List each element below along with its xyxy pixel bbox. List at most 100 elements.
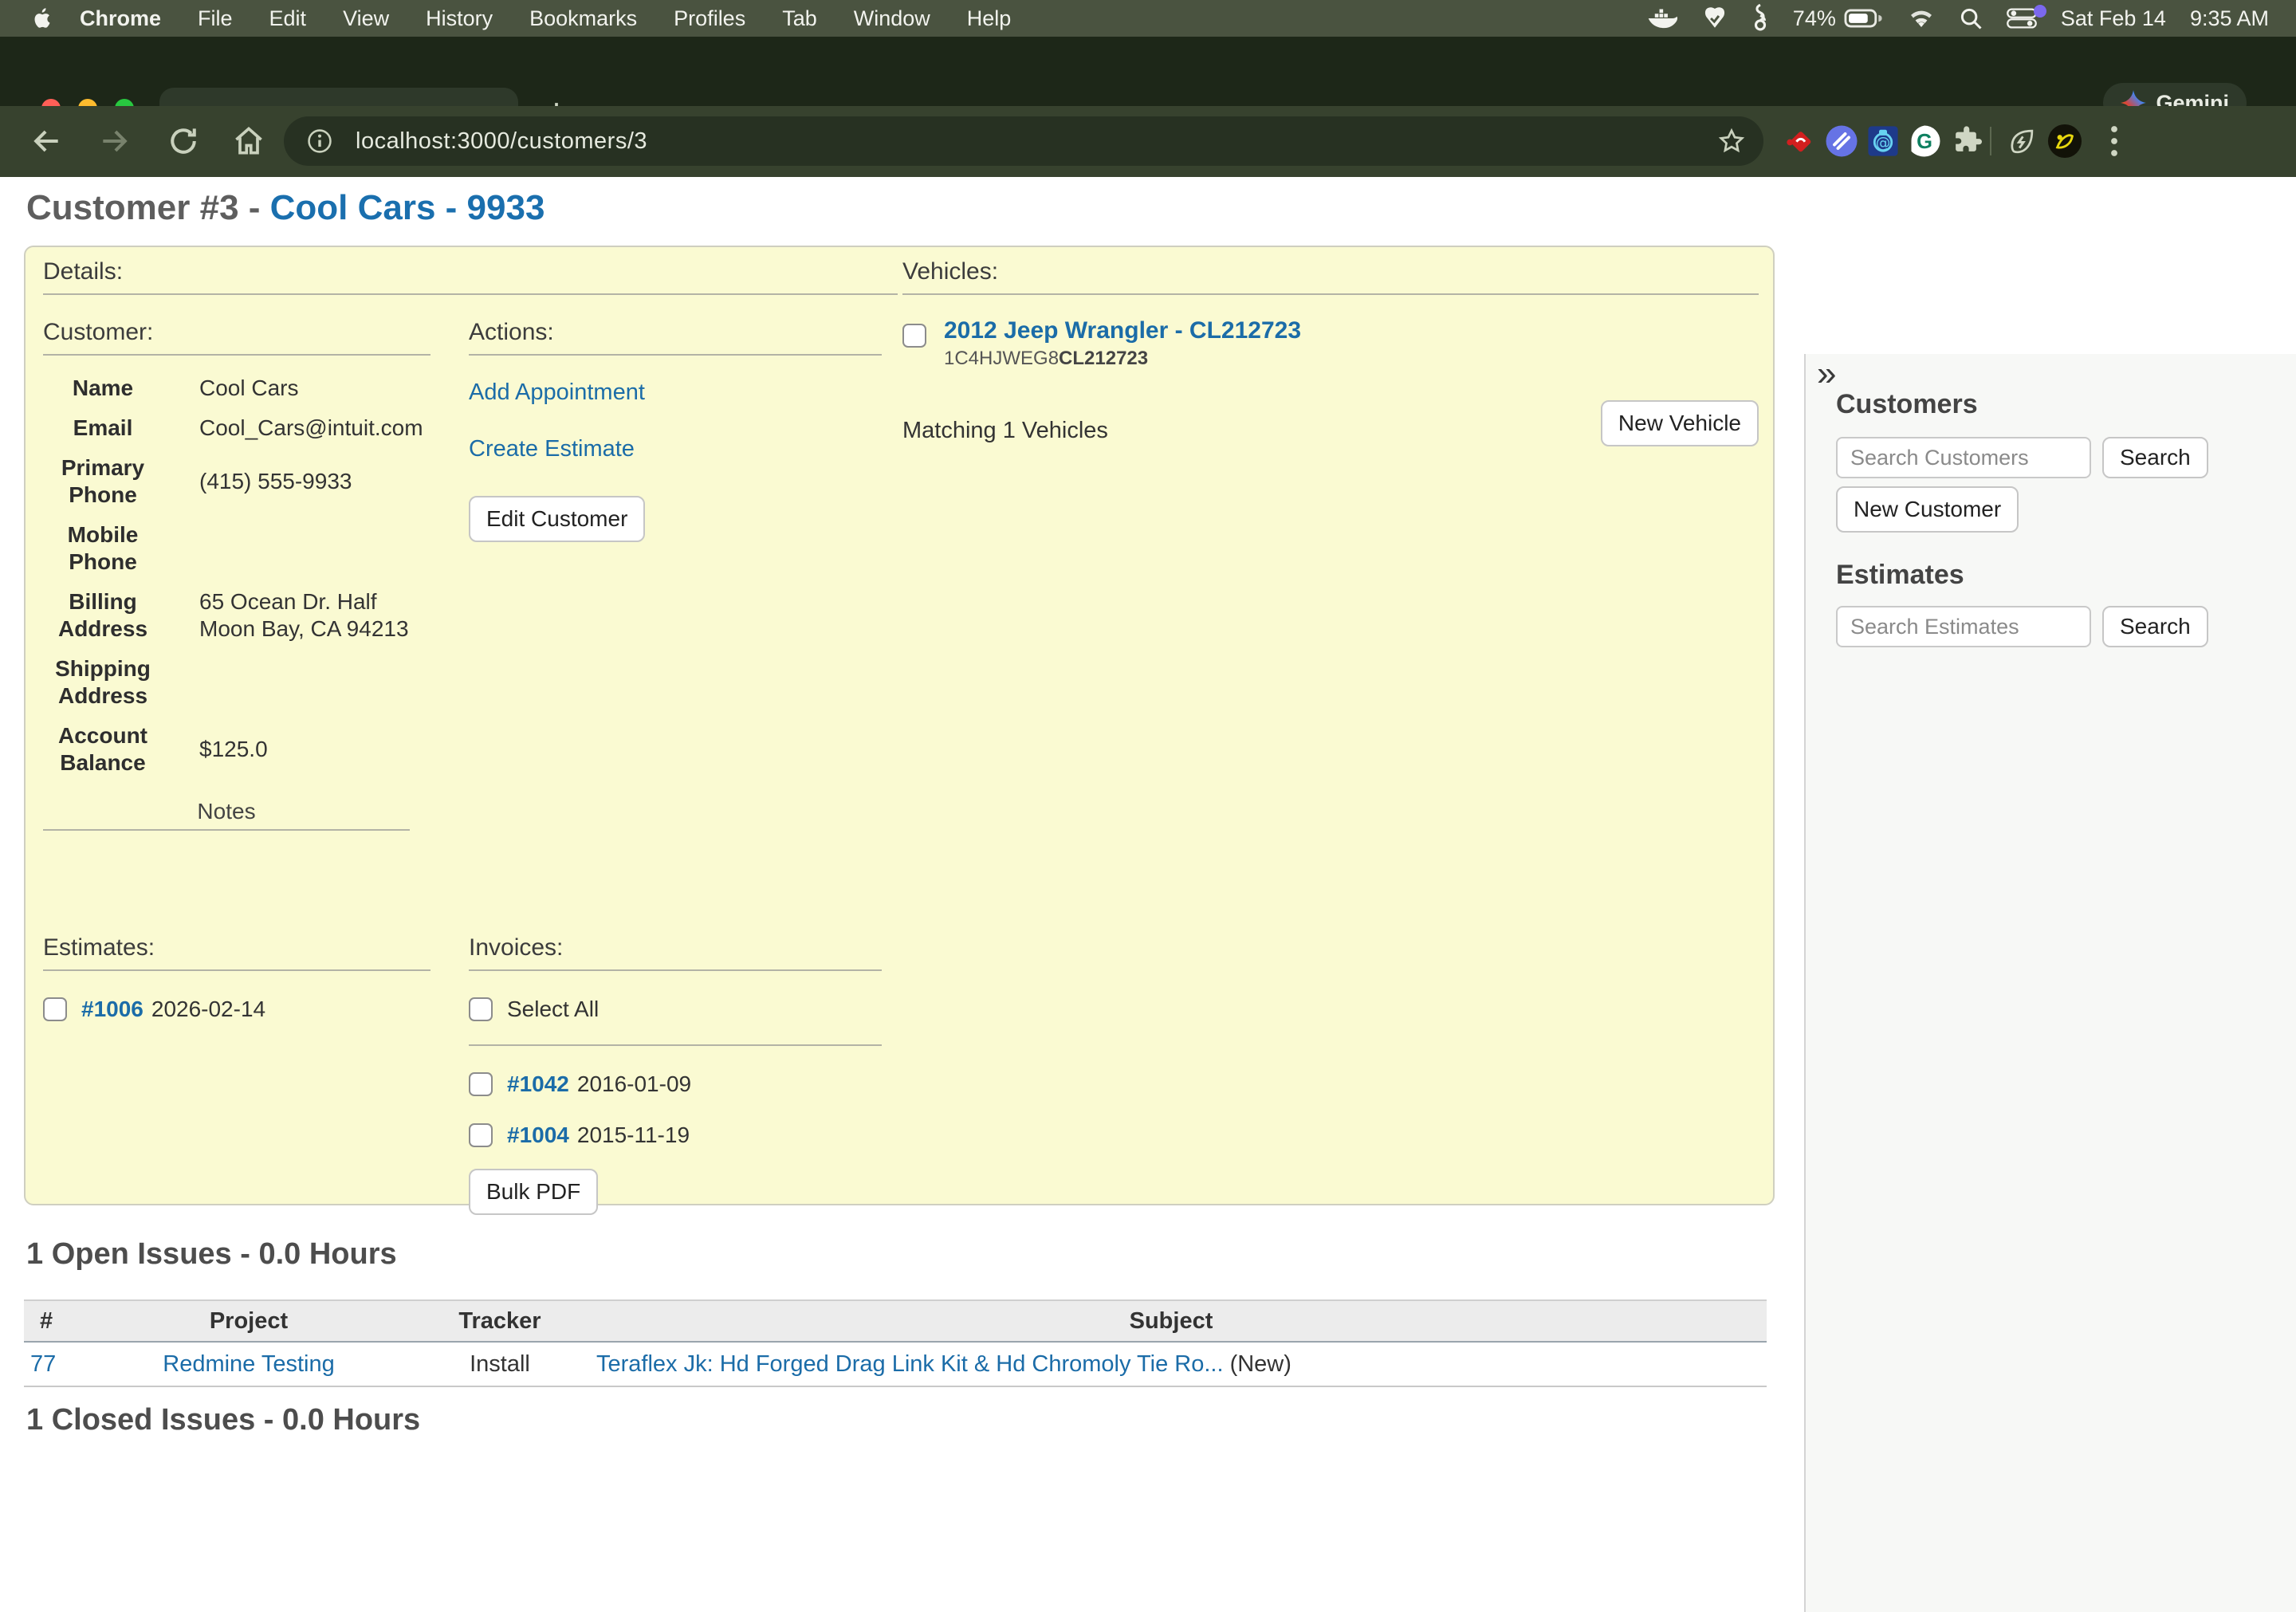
vehicle-checkbox[interactable] xyxy=(902,324,926,348)
page-title: Customer #3 - Cool Cars - 9933 xyxy=(26,188,545,228)
actions-rule xyxy=(469,354,882,356)
invoice-number-link[interactable]: #1004 xyxy=(507,1123,569,1148)
issue-subject-link[interactable]: Teraflex Jk: Hd Forged Drag Link Kit & H… xyxy=(596,1351,1224,1377)
new-vehicle-button[interactable]: New Vehicle xyxy=(1601,400,1759,446)
search-estimates-button[interactable]: Search xyxy=(2102,606,2208,647)
details-heading: Details: xyxy=(43,258,898,285)
vehicle-link[interactable]: 2012 Jeep Wrangler - CL212723 xyxy=(944,317,1301,344)
menu-bookmarks[interactable]: Bookmarks xyxy=(511,6,655,31)
svg-text:G: G xyxy=(1917,131,1932,153)
actions-heading: Actions: xyxy=(469,319,882,346)
field-label-shipping-address: Shipping Address xyxy=(43,655,163,710)
url-text[interactable]: localhost:3000/customers/3 xyxy=(356,128,647,155)
select-all-label: Select All xyxy=(507,997,599,1022)
customer-fields: Name Cool Cars Email Cool_Cars@intuit.co… xyxy=(43,375,458,777)
page-content: Customer #3 - Cool Cars - 9933 Details: … xyxy=(0,177,2296,1435)
page-title-prefix: Customer #3 - xyxy=(26,188,270,227)
customer-details-panel: Details: Customer: Name Cool Cars Email … xyxy=(24,246,1775,1205)
control-center-icon[interactable] xyxy=(2007,8,2037,29)
menu-help[interactable]: Help xyxy=(949,6,1030,31)
column-header-tracker: Tracker xyxy=(424,1300,576,1342)
extension-email-lock-icon[interactable]: @ xyxy=(1866,124,1901,159)
invoice-checkbox[interactable] xyxy=(469,1123,493,1147)
estimates-rule xyxy=(43,969,431,971)
select-all-checkbox[interactable] xyxy=(469,997,493,1021)
estimate-row: #1006 2026-02-14 xyxy=(43,997,431,1022)
menu-file[interactable]: File xyxy=(179,6,251,31)
invoices-divider xyxy=(469,1044,882,1046)
browser-menu-kebab-icon[interactable] xyxy=(2097,124,2132,159)
issue-status: (New) xyxy=(1230,1351,1292,1377)
battery-icon[interactable] xyxy=(1844,8,1884,29)
notification-dot xyxy=(2034,5,2046,18)
menu-history[interactable]: History xyxy=(407,6,511,31)
estimate-date: 2026-02-14 xyxy=(151,997,265,1022)
field-value-primary-phone: (415) 555-9933 xyxy=(199,468,438,495)
field-value-account-balance: $125.0 xyxy=(199,736,438,763)
invoice-number-link[interactable]: #1042 xyxy=(507,1071,569,1097)
sidebar-customers-heading: Customers xyxy=(1836,389,1978,420)
performance-leaf-icon[interactable] xyxy=(2004,124,2039,159)
customer-heading: Customer: xyxy=(43,319,431,346)
create-estimate-link[interactable]: Create Estimate xyxy=(469,436,882,462)
forward-icon[interactable] xyxy=(97,124,132,159)
bulk-pdf-button[interactable]: Bulk PDF xyxy=(469,1169,598,1215)
wifi-icon[interactable] xyxy=(1908,8,1935,29)
extension-red-icon[interactable] xyxy=(1783,124,1818,159)
field-value-name: Cool Cars xyxy=(199,375,438,402)
sidebar-estimates-heading: Estimates xyxy=(1836,560,1964,591)
apple-menu-icon[interactable] xyxy=(32,5,56,32)
issue-project-link[interactable]: Redmine Testing xyxy=(163,1351,334,1377)
menu-edit[interactable]: Edit xyxy=(251,6,325,31)
toolbar-separator xyxy=(1990,127,1991,155)
menu-window[interactable]: Window xyxy=(835,6,949,31)
new-customer-button[interactable]: New Customer xyxy=(1836,486,2019,533)
menu-tab[interactable]: Tab xyxy=(764,6,835,31)
column-header-subject: Subject xyxy=(576,1300,1767,1342)
grammarly-icon[interactable]: G xyxy=(1907,124,1942,159)
field-label-account-balance: Account Balance xyxy=(43,722,163,777)
home-icon[interactable] xyxy=(231,124,266,159)
bookmark-star-icon[interactable] xyxy=(1717,127,1746,155)
field-label-email: Email xyxy=(43,415,163,442)
right-sidebar: » Customers Search New Customer Estimate… xyxy=(1804,354,2296,1612)
field-value-shipping-address xyxy=(199,655,438,710)
invoice-checkbox[interactable] xyxy=(469,1072,493,1096)
svg-text:@: @ xyxy=(1876,135,1891,151)
docker-icon[interactable] xyxy=(1646,6,1678,30)
issue-id-link[interactable]: 77 xyxy=(30,1351,56,1377)
extensions-puzzle-icon[interactable] xyxy=(1948,124,1983,159)
search-customers-input[interactable] xyxy=(1836,437,2091,478)
url-bar[interactable]: localhost:3000/customers/3 xyxy=(284,116,1763,166)
back-icon[interactable] xyxy=(29,124,64,159)
closed-issues-heading: 1 Closed Issues - 0.0 Hours xyxy=(26,1403,420,1437)
site-info-icon[interactable] xyxy=(306,128,333,155)
field-label-billing-address: Billing Address xyxy=(43,588,163,643)
menu-profiles[interactable]: Profiles xyxy=(655,6,764,31)
extension-s-circle-icon[interactable] xyxy=(1824,124,1859,159)
issue-row: 77 Redmine Testing Install Teraflex Jk: … xyxy=(24,1342,1767,1386)
menu-chrome[interactable]: Chrome xyxy=(56,6,179,31)
field-label-primary-phone: Primary Phone xyxy=(43,454,163,509)
search-customers-button[interactable]: Search xyxy=(2102,437,2208,478)
vpn-app-icon[interactable] xyxy=(1702,6,1728,31)
invoice-date: 2015-11-19 xyxy=(577,1123,690,1148)
menubar-date[interactable]: Sat Feb 14 xyxy=(2061,6,2166,31)
estimate-checkbox[interactable] xyxy=(43,997,67,1021)
menu-view[interactable]: View xyxy=(324,6,407,31)
field-label-mobile-phone: Mobile Phone xyxy=(43,521,163,576)
browser-toolbar: localhost:3000/customers/3 @ G xyxy=(0,106,2296,177)
search-estimates-input[interactable] xyxy=(1836,606,2091,647)
customer-name-link[interactable]: Cool Cars - 9933 xyxy=(270,188,545,227)
estimate-number-link[interactable]: #1006 xyxy=(81,997,144,1022)
reload-icon[interactable] xyxy=(166,124,201,159)
spotlight-search-icon[interactable] xyxy=(1959,6,1983,30)
collapse-sidebar-icon[interactable]: » xyxy=(1817,354,1836,394)
profile-avatar[interactable] xyxy=(2047,124,2082,159)
helix-app-icon[interactable] xyxy=(1751,4,1769,33)
field-value-mobile-phone xyxy=(199,521,438,576)
edit-customer-button[interactable]: Edit Customer xyxy=(469,496,645,542)
open-issues-heading: 1 Open Issues - 0.0 Hours xyxy=(26,1237,397,1272)
add-appointment-link[interactable]: Add Appointment xyxy=(469,379,882,406)
field-value-billing-address: 65 Ocean Dr. Half Moon Bay, CA 94213 xyxy=(199,588,438,643)
